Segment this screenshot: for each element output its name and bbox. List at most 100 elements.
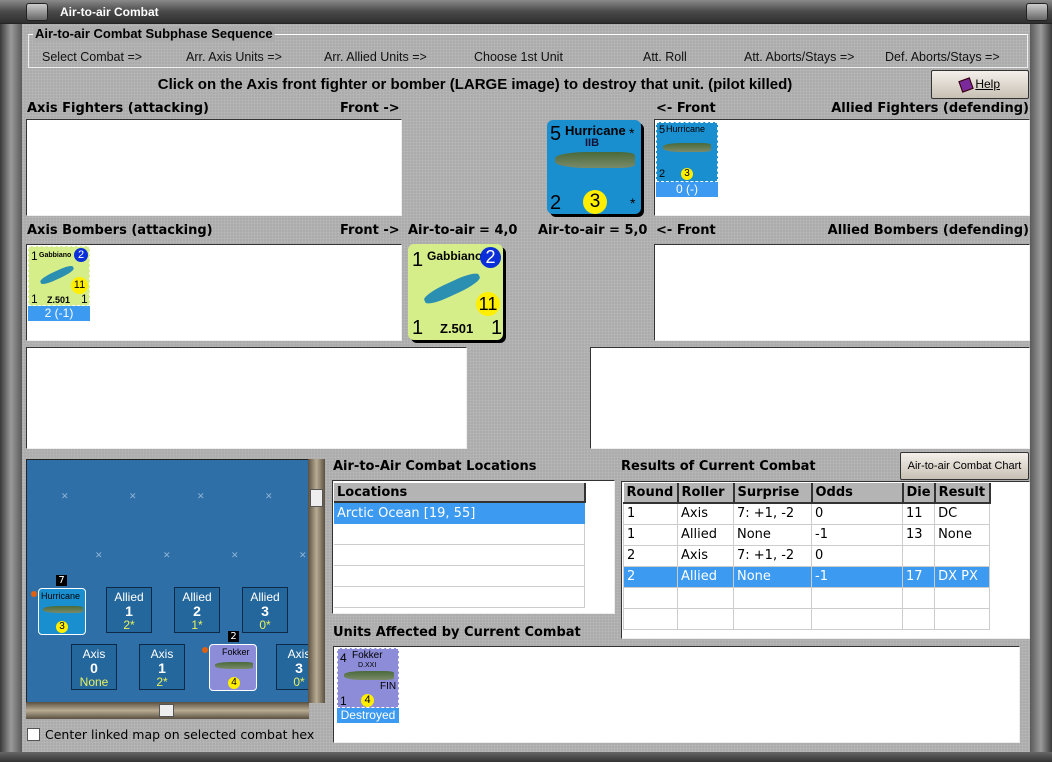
result-cell: Allied [677, 523, 734, 546]
result-row[interactable]: 2 Axis 7: +1, -2 0 [623, 544, 991, 567]
window-frame-bottom [0, 752, 1052, 762]
result-cell: Axis [677, 502, 734, 525]
step-def-aborts: Def. Aborts/Stays => [885, 50, 1000, 64]
large-gabbiano-counter[interactable]: 1 Gabbiano 2 11 1 Z.501 1 [408, 244, 503, 340]
col-roller[interactable]: Roller [677, 483, 735, 504]
counter-range: 3 [583, 190, 607, 214]
counter-movement: 1 [491, 317, 503, 339]
large-hurricane-counter[interactable]: 5 Hurricane IIB * 2 3 * [547, 120, 641, 214]
step-select-combat: Select Combat => [42, 50, 143, 64]
counter-name: Hurricane [565, 123, 626, 138]
subphase-title: Air-to-air Combat Subphase Sequence [33, 26, 275, 41]
destroyed-fokker-unit[interactable]: 4 Fokker D.XXI FIN 1 4 Destroyed [337, 648, 399, 723]
counter-defense: 2 [659, 168, 666, 180]
axis-fighters-label: Axis Fighters (attacking) [27, 101, 209, 116]
result-cell: 2 [623, 544, 678, 567]
counter-name: Fokker [352, 650, 383, 661]
step-choose-unit: Choose 1st Unit [474, 50, 563, 64]
title-bar[interactable]: Air-to-air Combat [0, 0, 1052, 24]
result-cell [677, 586, 734, 609]
window-frame-left [0, 24, 22, 762]
result-cell [733, 586, 812, 609]
help-book-icon [958, 77, 974, 93]
col-round[interactable]: Round [623, 483, 679, 504]
counter-nation: FIN [380, 681, 397, 692]
unit-status: 2 (-1) [28, 306, 90, 321]
result-cell [733, 607, 812, 630]
fokker-plane-icon [215, 662, 253, 669]
result-row[interactable] [623, 607, 991, 630]
col-die[interactable]: Die [902, 483, 936, 504]
allied-bomber-front-label: <- Front [656, 223, 716, 238]
result-cell: 13 [901, 523, 936, 546]
affected-title: Units Affected by Current Combat [333, 625, 581, 640]
empty-location-rows [334, 524, 585, 608]
combat-hex-map[interactable]: ✕ ✕ ✕ ✕ ✕ ✕ ✕ ✕ 7 Hurricane 3 Allied 1 2* Allied… [26, 459, 309, 703]
counter-name: Fokker [222, 647, 250, 657]
combat-chart-button[interactable]: Air-to-air Combat Chart [900, 452, 1029, 480]
result-cell [811, 586, 903, 609]
result-cell: 7: +1, -2 [733, 502, 812, 525]
counter-strength: 4 [340, 651, 347, 665]
axis-bombers-label: Axis Bombers (attacking) [27, 223, 213, 238]
axis-round-box-0: Axis 0 None [71, 644, 117, 690]
window-control-button[interactable] [1026, 3, 1048, 21]
locations-list[interactable]: Locations Arctic Ocean [19, 55] [332, 480, 615, 614]
result-cell: Allied [677, 565, 734, 588]
col-result[interactable]: Result [934, 483, 991, 504]
minimize-button[interactable] [26, 3, 48, 21]
counter-name: Hurricane [41, 591, 81, 601]
counter-strength: 5 [550, 123, 562, 145]
window-frame-right [1030, 24, 1052, 762]
map-fokker-counter[interactable]: Fokker 4 [209, 644, 257, 691]
affected-units-box [333, 646, 1020, 743]
result-cell [901, 544, 936, 567]
counter-name: Hurricane [666, 124, 706, 134]
result-cell: 1 [623, 523, 678, 546]
counter-star: * [630, 195, 636, 211]
counter-model: IIB [585, 137, 600, 149]
step-arr-allied: Arr. Allied Units => [324, 50, 427, 64]
allied-round-box-1: Allied 1 2* [106, 587, 152, 633]
counter-defense: 2 [550, 192, 562, 214]
instruction-text: Click on the Axis front fighter or bombe… [157, 76, 793, 93]
result-cell: None [934, 523, 991, 546]
result-cell [901, 607, 936, 630]
result-row[interactable]: 1 Allied None -1 13 None [623, 523, 991, 546]
counter-badge: 2 [74, 248, 88, 262]
result-cell: 2 [623, 565, 678, 588]
axis-fighters-box[interactable] [26, 119, 402, 216]
scroll-thumb[interactable] [310, 489, 323, 507]
counter-defense: 1 [412, 317, 424, 339]
result-row[interactable]: 2 Allied None -1 17 DX PX [623, 565, 991, 588]
step-att-roll: Att. Roll [643, 50, 687, 64]
counter-strength: 5 [659, 124, 666, 136]
map-hurricane-counter[interactable]: Hurricane 3 [38, 588, 86, 635]
unit-status: Destroyed [337, 708, 399, 723]
result-row[interactable]: 1 Axis 7: +1, -2 0 11 DC [623, 502, 991, 525]
stack-count-badge: 2 [228, 631, 239, 642]
counter-model: Z.501 [47, 295, 71, 305]
map-vertical-scrollbar[interactable] [308, 459, 325, 703]
results-title: Results of Current Combat [621, 459, 816, 474]
allied-fighter-unit[interactable]: 5 Hurricane 2 3 0 (-) [656, 122, 718, 197]
location-row[interactable]: Arctic Ocean [19, 55] [334, 503, 585, 524]
step-att-aborts: Att. Aborts/Stays => [744, 50, 855, 64]
allied-bombers-box[interactable] [654, 244, 1030, 341]
result-cell [934, 586, 991, 609]
counter-range: 3 [681, 168, 693, 180]
counter-strength: 1 [412, 249, 424, 271]
scroll-thumb[interactable] [159, 704, 174, 717]
center-map-checkbox[interactable] [27, 728, 40, 741]
help-button[interactable]: Help [931, 70, 1029, 99]
allied-a2a-value: Air-to-air = 5,0 [538, 223, 648, 238]
result-row[interactable] [623, 586, 991, 609]
axis-bomber-unit[interactable]: 1 Gabbiano 2 11 1 Z.501 1 2 (-1) [28, 246, 90, 321]
window-title: Air-to-air Combat [60, 5, 159, 19]
map-horizontal-scrollbar[interactable] [26, 702, 309, 719]
counter-defense: 1 [31, 292, 38, 306]
result-cell [934, 607, 991, 630]
seaplane-icon [422, 269, 482, 308]
col-surprise[interactable]: Surprise [733, 483, 813, 504]
col-odds[interactable]: Odds [811, 483, 904, 504]
